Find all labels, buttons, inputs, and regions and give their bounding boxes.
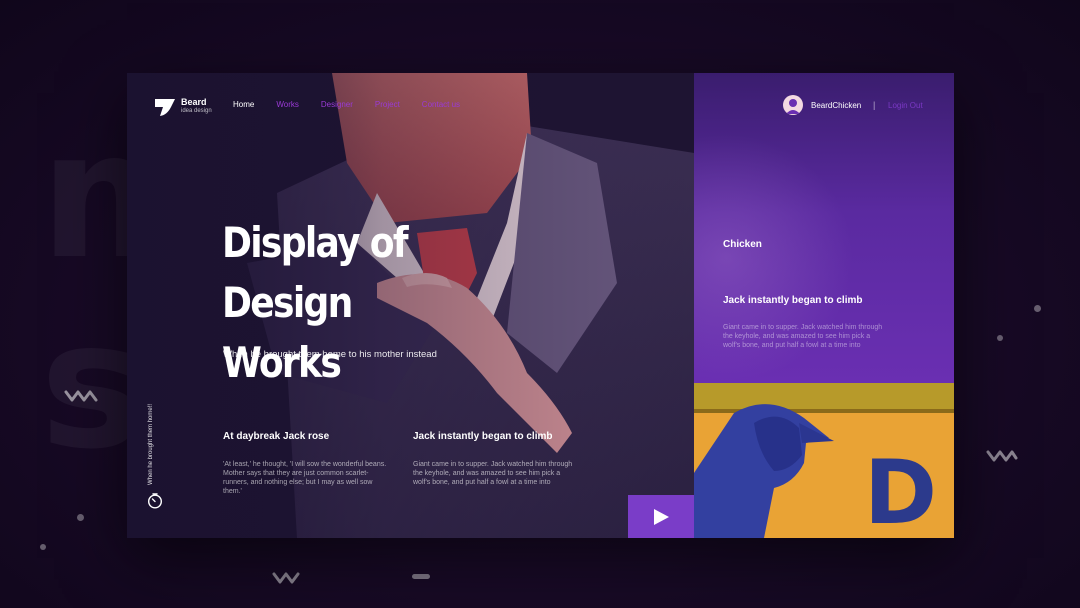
nav-designer[interactable]: Designer [321,100,353,109]
logout-link[interactable]: Login Out [888,101,923,110]
thumbnail-letter: D [864,441,937,538]
dot-decoration [1034,305,1041,312]
nav-works[interactable]: Works [276,100,299,109]
page-title: Display of Design Works [222,213,506,393]
feature-label: Chicken [723,239,762,250]
column-1-title: At daybreak Jack rose [223,431,330,442]
squiggle-decoration [986,450,1018,462]
feature-panel: Chicken Jack instantly began to climb Gi… [694,73,954,383]
thumbnail-image: D [694,383,954,538]
avatar-icon [783,95,803,115]
page-title-line1: Display of Design [222,218,409,327]
nav-contact[interactable]: Contact us [422,100,460,109]
nav-project[interactable]: Project [375,100,400,109]
brand-logo[interactable]: Beard idea design [155,97,212,117]
feature-title: Jack instantly began to climb [723,295,863,306]
dot-decoration [40,544,46,550]
column-1-body: 'At least,' he thought, 'I will sow the … [223,461,387,495]
column-2-body: Giant came in to supper. Jack watched hi… [413,461,573,486]
user-menu[interactable]: BeardChicken [783,95,861,115]
beard-logo-icon [155,99,175,116]
dot-decoration [997,335,1003,341]
showcase-card: Beard idea design Home Works Designer Pr… [127,73,954,538]
page-title-line2: Works [222,338,342,387]
squiggle-decoration [272,572,300,584]
user-name: BeardChicken [811,100,862,110]
page-subtitle: When he brought them home to his mother … [223,349,437,360]
brand-name: Beard [181,97,207,107]
play-button[interactable] [628,495,694,538]
dash-decoration [412,574,430,579]
featured-thumbnail[interactable]: D [694,383,954,538]
user-separator: | [873,100,876,110]
feature-body: Giant came in to supper. Jack watched hi… [723,324,883,349]
squiggle-decoration [64,390,98,402]
play-icon [654,508,669,525]
nav-home[interactable]: Home [233,100,254,109]
dot-decoration [77,514,84,521]
hero-section: Beard idea design Home Works Designer Pr… [127,73,694,538]
vertical-caption: When he brought them home!! [148,403,154,485]
main-nav: Home Works Designer Project Contact us [233,100,482,109]
timer-icon[interactable] [147,493,163,509]
column-2-title: Jack instantly began to climb [413,431,553,442]
brand-tagline: idea design [181,108,212,114]
